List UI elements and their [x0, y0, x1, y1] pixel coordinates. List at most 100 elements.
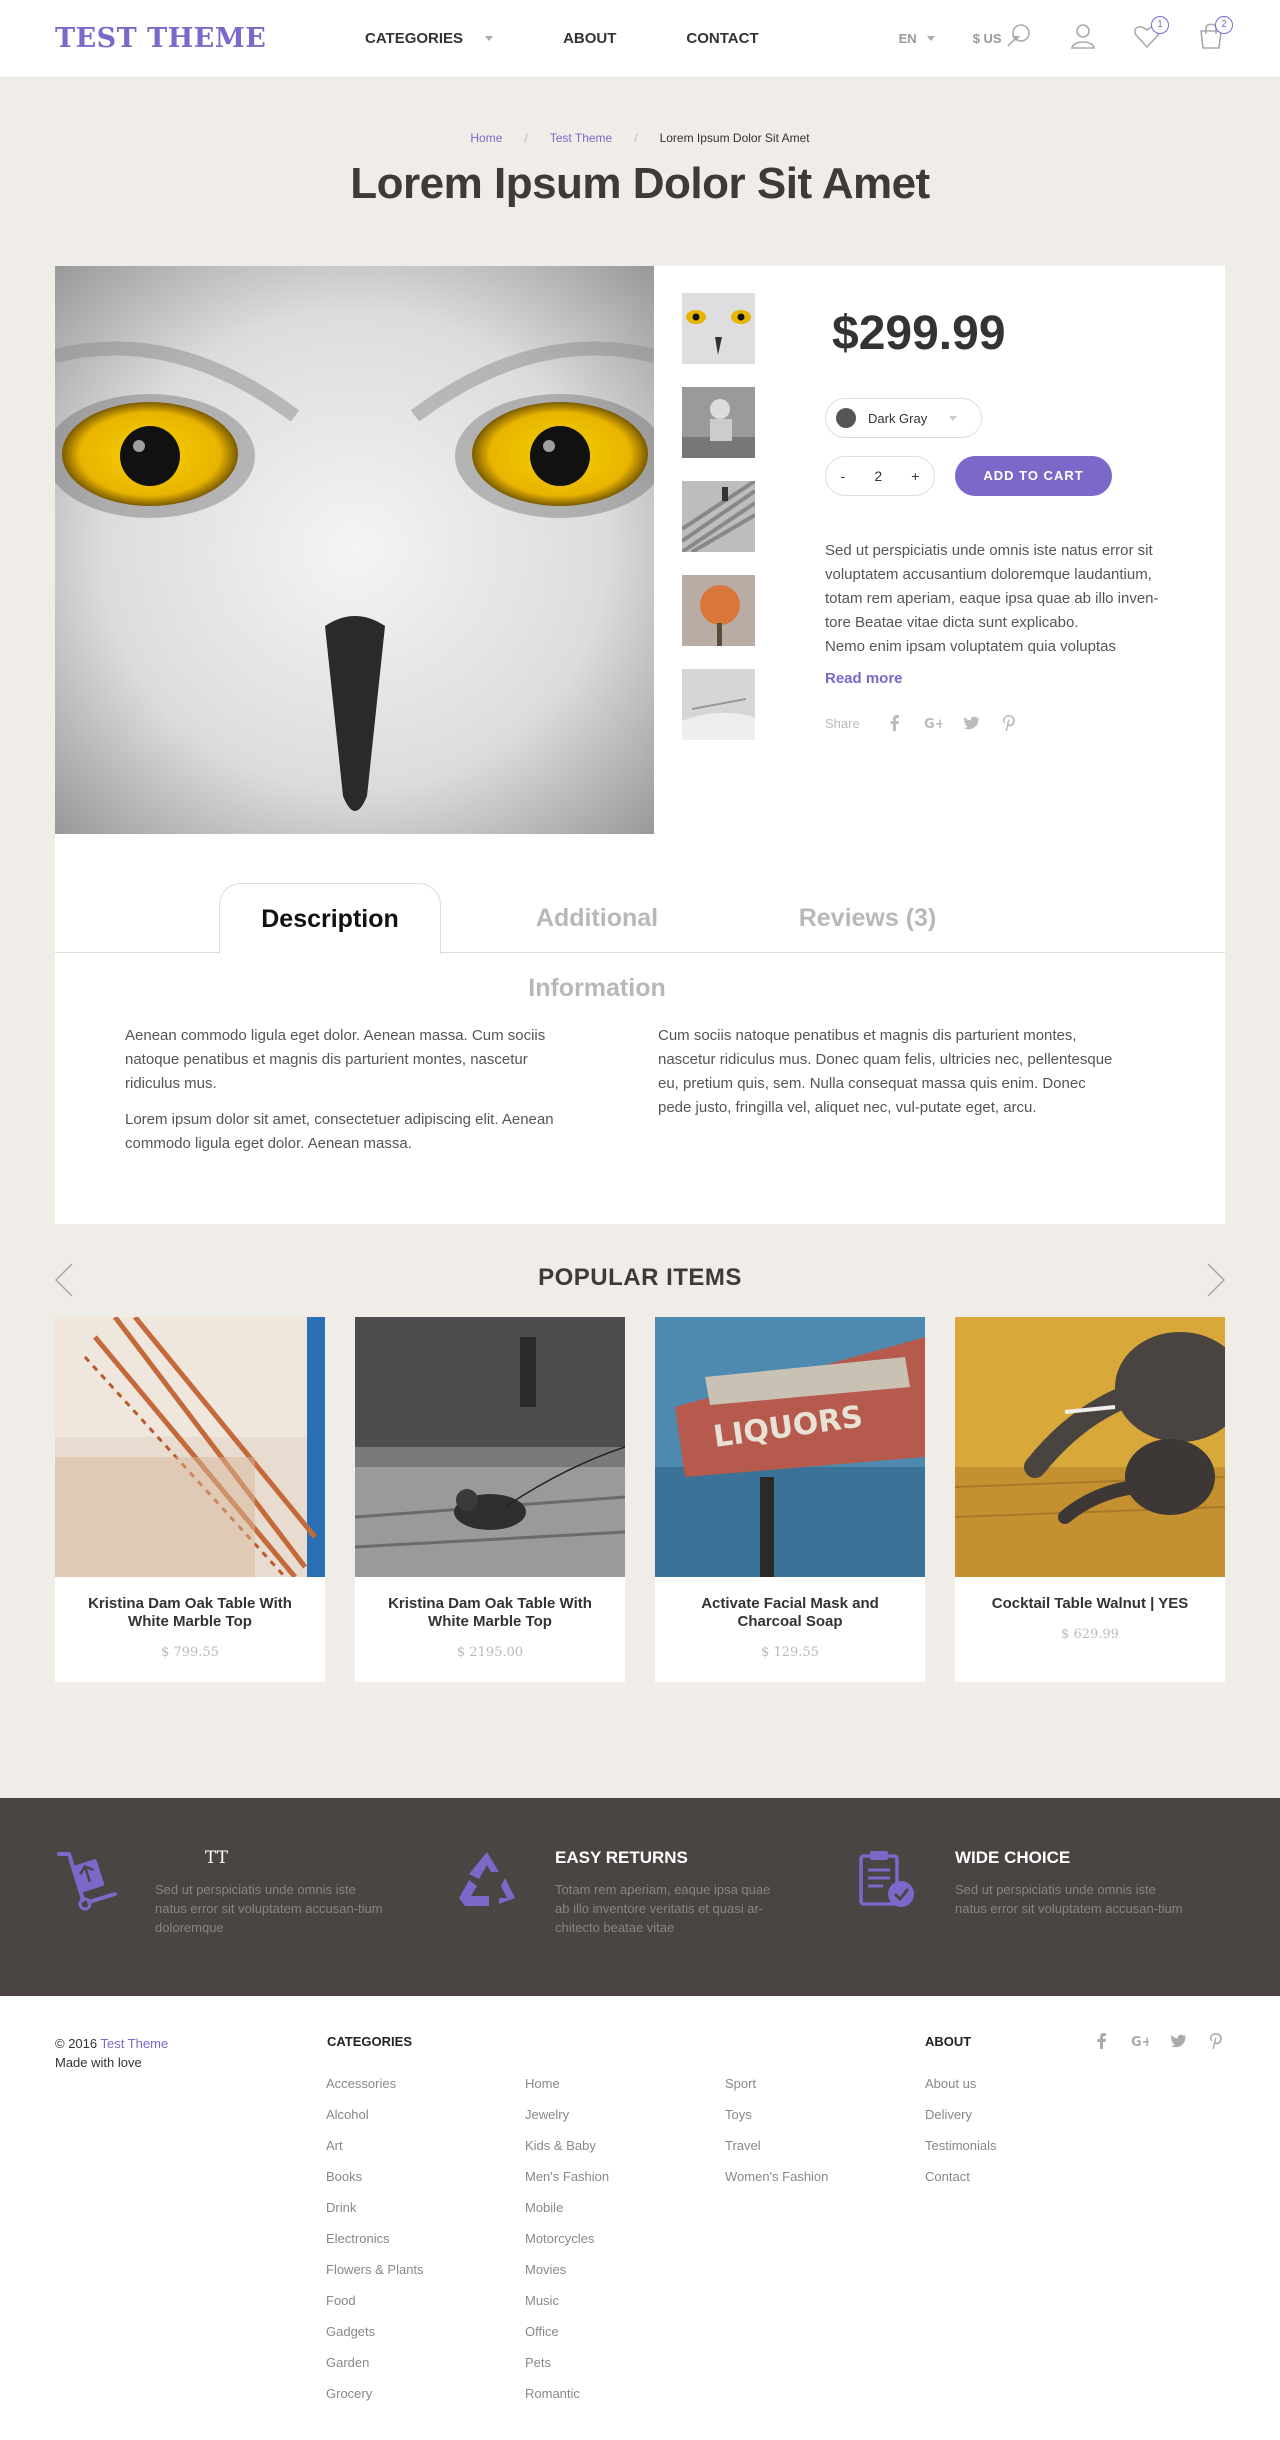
quantity-decrement-button[interactable]: - — [841, 468, 846, 484]
wishlist-button[interactable]: 1 — [1133, 16, 1169, 50]
carousel-next-arrow[interactable] — [1206, 1262, 1226, 1298]
product-card-item[interactable]: Cocktail Table Walnut | YES $ 629.99 — [955, 1317, 1225, 1682]
footer-link[interactable]: About us — [925, 2076, 976, 2091]
footer-link[interactable]: Food — [326, 2293, 356, 2308]
chevron-down-icon — [949, 415, 958, 421]
cart-button[interactable]: 2 — [1197, 16, 1233, 50]
footer-link[interactable]: Romantic — [525, 2386, 580, 2401]
description-paragraph: Lorem ipsum dolor sit amet, consectetuer… — [125, 1111, 554, 1152]
color-select[interactable]: Dark Gray — [825, 398, 982, 438]
feature-text: Totam rem aperiam, eaque ipsa quae ab il… — [555, 1882, 771, 1935]
nav-contact[interactable]: CONTACT — [686, 30, 758, 47]
search-icon[interactable] — [1005, 22, 1033, 50]
footer-link[interactable]: Mobile — [525, 2200, 563, 2215]
quantity-increment-button[interactable]: + — [911, 468, 919, 484]
footer-link[interactable]: Contact — [925, 2169, 970, 2184]
product-card-price: $ 799.55 — [161, 1645, 219, 1660]
pinterest-icon[interactable] — [1000, 714, 1018, 732]
read-more-link[interactable]: Read more — [825, 670, 903, 687]
product-card-title[interactable]: Kristina Dam Oak Table With White Marble… — [355, 1595, 625, 1631]
product-price: $299.99 — [832, 307, 1006, 360]
footer-link-row: Jewelry — [525, 2107, 609, 2138]
footer-link[interactable]: Art — [326, 2138, 343, 2153]
footer-link[interactable]: Accessories — [326, 2076, 396, 2091]
google-plus-icon[interactable]: G+ — [1131, 2032, 1149, 2050]
footer-link[interactable]: Office — [525, 2324, 559, 2339]
site-logo[interactable]: TEST THEME — [55, 23, 355, 54]
thumbnail-astronaut[interactable] — [682, 387, 755, 458]
footer-categories-col1: Accessories Alcohol Art Books Drink Electroni… — [326, 2076, 424, 2417]
footer-link[interactable]: Flowers & Plants — [326, 2262, 424, 2277]
product-card-image[interactable] — [955, 1317, 1225, 1577]
footer-link[interactable]: Alcohol — [326, 2107, 369, 2122]
product-card-item[interactable]: Kristina Dam Oak Table With White Marble… — [55, 1317, 325, 1682]
product-card-title[interactable]: Activate Facial Mask and Charcoal Soap — [655, 1595, 925, 1631]
facebook-icon[interactable] — [1093, 2032, 1111, 2050]
footer-link[interactable]: Music — [525, 2293, 559, 2308]
footer-link-row: Pets — [525, 2355, 609, 2386]
footer-link[interactable]: Movies — [525, 2262, 566, 2277]
thumbnail-snow[interactable] — [682, 669, 755, 740]
product-card-image[interactable]: LIQUORS — [655, 1317, 925, 1577]
user-icon[interactable] — [1069, 22, 1097, 50]
twitter-icon[interactable] — [1169, 2032, 1187, 2050]
product-card-item[interactable]: Kristina Dam Oak Table With White Marble… — [355, 1317, 625, 1682]
product-main-image[interactable] — [55, 266, 654, 834]
footer-brand-link[interactable]: Test Theme — [101, 2036, 169, 2051]
footer-link[interactable]: Toys — [725, 2107, 752, 2122]
footer-link[interactable]: Women's Fashion — [725, 2169, 828, 2184]
google-plus-icon[interactable]: G+ — [924, 714, 942, 732]
tab-reviews[interactable]: Reviews (3) — [785, 883, 950, 954]
footer-link-row: Art — [326, 2138, 424, 2169]
footer-link-row: Music — [525, 2293, 609, 2324]
product-card-title[interactable]: Cocktail Table Walnut | YES — [955, 1595, 1225, 1613]
feature-text: Sed ut perspiciatis unde omnis iste natu… — [155, 1882, 383, 1935]
breadcrumb-category[interactable]: Test Theme — [550, 131, 612, 145]
product-card-image[interactable] — [55, 1317, 325, 1577]
svg-text:G+: G+ — [924, 717, 942, 732]
footer-link[interactable]: Travel — [725, 2138, 761, 2153]
footer-link[interactable]: Gadgets — [326, 2324, 375, 2339]
copyright-text: © 2016 — [55, 2036, 98, 2051]
footer-link[interactable]: Drink — [326, 2200, 356, 2215]
footer-link[interactable]: Grocery — [326, 2386, 372, 2401]
nav-categories[interactable]: CATEGORIES — [365, 30, 494, 47]
thumbnail-orange-tree[interactable] — [682, 575, 755, 646]
footer-link[interactable]: Men's Fashion — [525, 2169, 609, 2184]
language-select[interactable]: EN — [899, 31, 935, 46]
tab-additional-information[interactable]: Additional Information — [467, 883, 727, 1002]
footer-link[interactable]: Delivery — [925, 2107, 972, 2122]
footer-link[interactable]: Electronics — [326, 2231, 390, 2246]
recycle-icon — [459, 1852, 515, 1906]
product-card-item[interactable]: LIQUORS Activate Facial Mask and Charcoa… — [655, 1317, 925, 1682]
quantity-value[interactable]: 2 — [874, 468, 882, 484]
pinterest-icon[interactable] — [1207, 2032, 1225, 2050]
description-line: Nemo enim ipsam voluptatem quia voluptas — [825, 638, 1116, 655]
footer-link[interactable]: Jewelry — [525, 2107, 569, 2122]
nav-about[interactable]: ABOUT — [563, 30, 616, 47]
add-to-cart-button[interactable]: ADD TO CART — [955, 456, 1112, 496]
footer-link[interactable]: Kids & Baby — [525, 2138, 596, 2153]
product-card-image[interactable] — [355, 1317, 625, 1577]
tab-description[interactable]: Description — [219, 883, 441, 954]
footer-link[interactable]: Garden — [326, 2355, 369, 2370]
footer-link-row: Home — [525, 2076, 609, 2107]
footer-link[interactable]: Testimonials — [925, 2138, 997, 2153]
footer-link-row: Sport — [725, 2076, 828, 2107]
footer-link[interactable]: Motorcycles — [525, 2231, 594, 2246]
thumbnail-stairs[interactable] — [682, 481, 755, 552]
footer-link[interactable]: Home — [525, 2076, 560, 2091]
footer-link-row: Mobile — [525, 2200, 609, 2231]
breadcrumb-home[interactable]: Home — [470, 131, 502, 145]
description-paragraph: Cum sociis natoque penatibus et magnis d… — [658, 1027, 1113, 1116]
thumbnail-owl[interactable] — [682, 293, 755, 364]
color-select-value: Dark Gray — [868, 410, 928, 426]
footer-link-row: Food — [326, 2293, 424, 2324]
facebook-icon[interactable] — [886, 714, 904, 732]
product-card-title[interactable]: Kristina Dam Oak Table With White Marble… — [55, 1595, 325, 1631]
footer-link[interactable]: Pets — [525, 2355, 551, 2370]
footer-link-row: About us — [925, 2076, 997, 2107]
footer-link[interactable]: Sport — [725, 2076, 756, 2091]
twitter-icon[interactable] — [962, 714, 980, 732]
footer-link[interactable]: Books — [326, 2169, 362, 2184]
